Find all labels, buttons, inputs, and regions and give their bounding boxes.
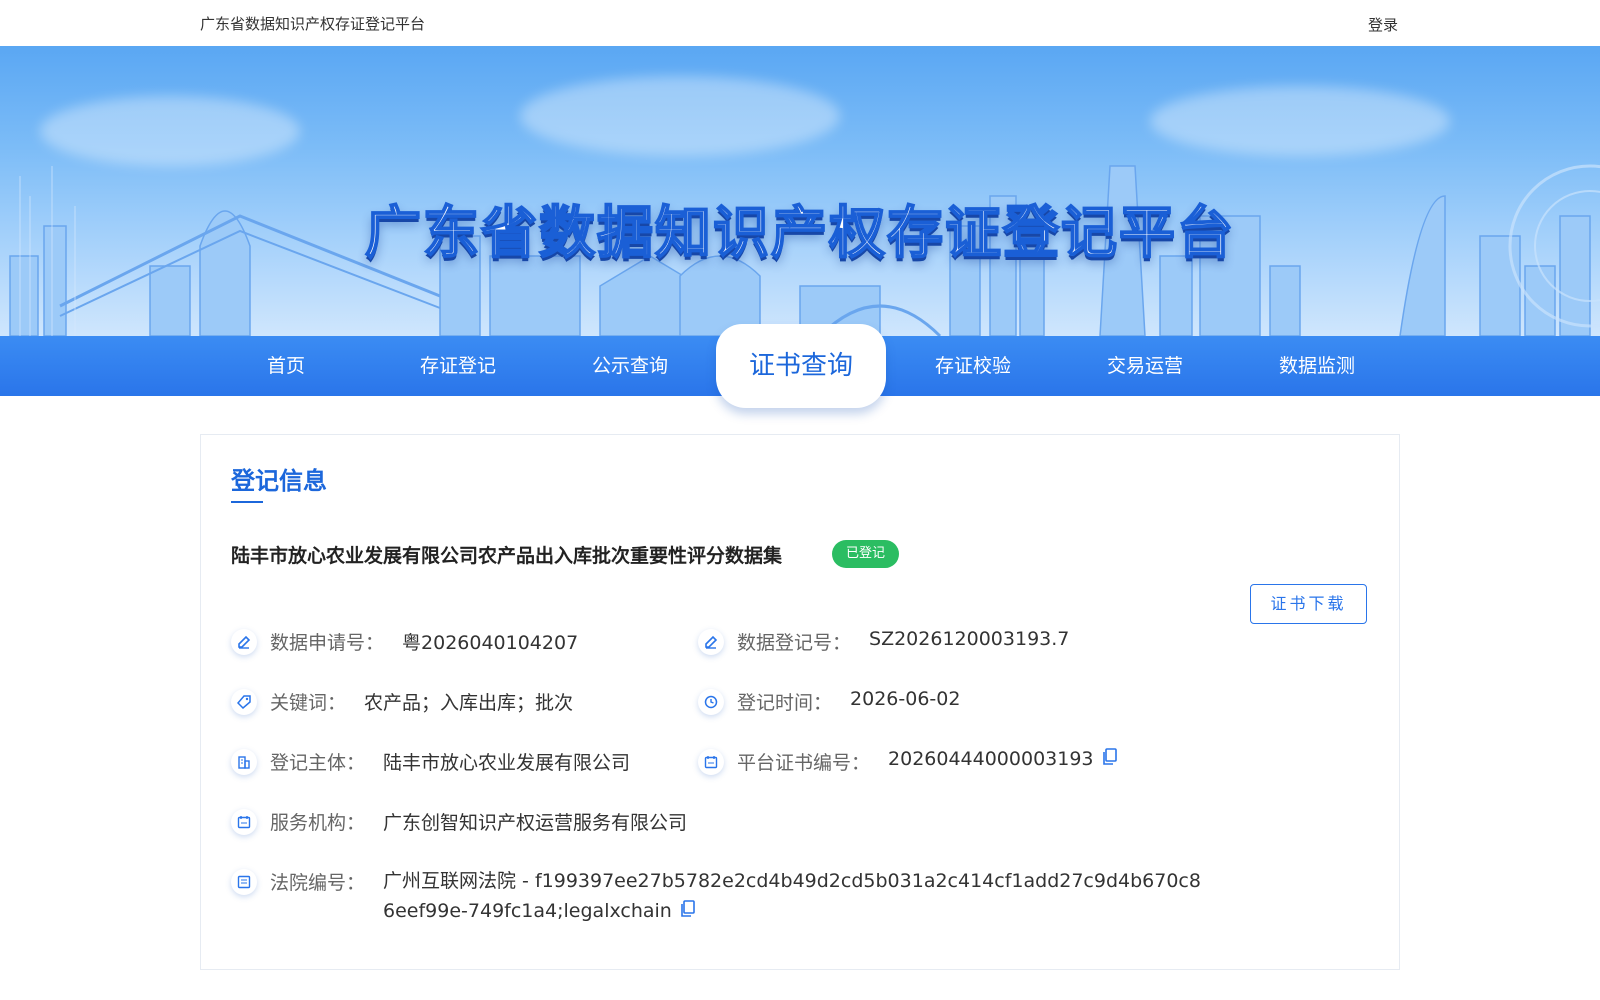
registration-time-field: 登记时间： 2026-06-02 — [698, 688, 960, 715]
registration-no-value: SZ2026120003193.7 — [869, 628, 1070, 650]
application-no-field: 数据申请号： 粤2026040104207 — [231, 628, 578, 655]
application-no-label: 数据申请号： — [270, 632, 385, 654]
service-agency-value: 广东创智知识产权运营服务有限公司 — [383, 812, 688, 834]
nav-item-register[interactable]: 存证登记 — [393, 336, 523, 396]
registrant-field: 登记主体： 陆丰市放心农业发展有限公司 — [231, 748, 630, 775]
site-name: 广东省数据知识产权存证登记平台 — [200, 15, 426, 33]
registration-info-card: 登记信息 陆丰市放心农业发展有限公司农产品出入库批次重要性评分数据集 已登记 证… — [200, 434, 1400, 970]
registrant-label: 登记主体： — [270, 752, 366, 774]
copy-icon[interactable] — [1102, 748, 1118, 771]
main-nav: 首页 存证登记 公示查询 证书查询 存证校验 交易运营 数据监测 — [0, 324, 1600, 408]
service-agency-label: 服务机构： — [270, 812, 366, 834]
registrant-value: 陆丰市放心农业发展有限公司 — [383, 752, 631, 774]
status-badge: 已登记 — [832, 540, 900, 568]
nav-item-monitoring[interactable]: 数据监测 — [1252, 336, 1382, 396]
tag-icon — [231, 689, 257, 715]
list-icon — [231, 869, 257, 895]
calendar-icon — [231, 809, 257, 835]
registration-no-field: 数据登记号： SZ2026120003193.7 — [698, 628, 1069, 655]
section-title-underline — [231, 501, 263, 503]
top-bar: 广东省数据知识产权存证登记平台 登录 — [0, 0, 1600, 46]
dataset-name: 陆丰市放心农业发展有限公司农产品出入库批次重要性评分数据集 — [231, 545, 783, 567]
application-no-value: 粤2026040104207 — [402, 632, 579, 654]
certificate-no-value: 20260444000003193 — [888, 748, 1094, 770]
court-no-value: 广州互联网法院 - f199397ee27b5782e2cd4b49d2cd5b… — [383, 866, 1203, 927]
edit-icon — [698, 629, 724, 655]
login-link[interactable]: 登录 — [1368, 14, 1398, 35]
court-no-text: 广州互联网法院 - f199397ee27b5782e2cd4b49d2cd5b… — [383, 870, 1201, 922]
section-title: 登记信息 — [231, 467, 327, 495]
hero-banner: 广东省数据知识产权存证登记平台 — [0, 46, 1600, 336]
registration-time-label: 登记时间： — [737, 692, 833, 714]
court-no-label: 法院编号： — [270, 872, 366, 894]
keywords-field: 关键词： 农产品；入库出库；批次 — [231, 688, 573, 715]
registration-no-label: 数据登记号： — [737, 632, 852, 654]
service-agency-field: 服务机构： 广东创智知识产权运营服务有限公司 — [231, 808, 687, 835]
copy-icon[interactable] — [680, 897, 696, 927]
edit-icon — [231, 629, 257, 655]
certificate-download-button[interactable]: 证书下载 — [1250, 584, 1367, 624]
clock-icon — [698, 689, 724, 715]
certificate-no-field: 平台证书编号： 20260444000003193 — [698, 748, 1118, 775]
calendar-icon — [698, 749, 724, 775]
certificate-no-label: 平台证书编号： — [737, 752, 871, 774]
court-no-field: 法院编号： 广州互联网法院 - f199397ee27b5782e2cd4b49… — [231, 868, 1203, 927]
registration-time-value: 2026-06-02 — [850, 688, 961, 710]
nav-item-trading[interactable]: 交易运营 — [1080, 336, 1210, 396]
nav-item-certificate-query[interactable]: 证书查询 — [716, 324, 886, 408]
keywords-value: 农产品；入库出库；批次 — [364, 692, 574, 714]
nav-item-verification[interactable]: 存证校验 — [908, 336, 1038, 396]
nav-item-home[interactable]: 首页 — [221, 336, 351, 396]
banner-title: 广东省数据知识产权存证登记平台 — [364, 200, 1235, 267]
nav-item-public-query[interactable]: 公示查询 — [565, 336, 695, 396]
keywords-label: 关键词： — [270, 692, 347, 714]
building-icon — [231, 749, 257, 775]
